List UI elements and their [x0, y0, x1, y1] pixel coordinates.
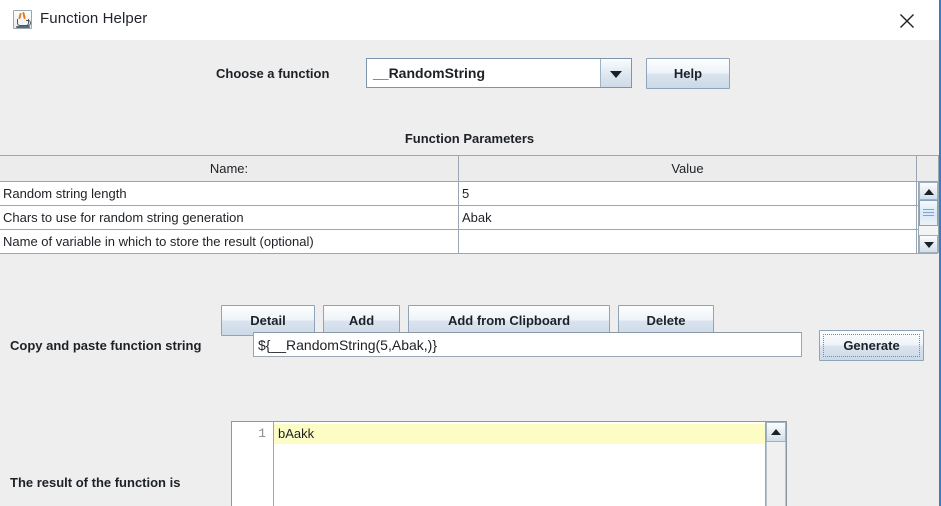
- java-coffee-cup-icon: [13, 10, 32, 29]
- parameters-table: Name: Value Random string length 5 Chars…: [0, 155, 939, 254]
- cell-param-value[interactable]: [459, 230, 917, 253]
- result-label: The result of the function is: [10, 475, 181, 490]
- dialog-content: Choose a function __RandomString Help Fu…: [0, 40, 939, 506]
- titlebar: Function Helper: [0, 0, 939, 40]
- table-row[interactable]: Name of variable in which to store the r…: [0, 230, 938, 254]
- function-string-input[interactable]: [253, 332, 802, 357]
- result-scrollbar-track[interactable]: [766, 442, 786, 506]
- close-icon-glyph: [900, 14, 914, 28]
- cell-param-name: Random string length: [0, 182, 459, 205]
- column-header-value: Value: [459, 156, 917, 181]
- window-title: Function Helper: [40, 10, 148, 27]
- result-textarea[interactable]: 1 bAakk: [231, 421, 787, 506]
- column-header-spacer: [917, 156, 937, 181]
- table-row[interactable]: Random string length 5: [0, 182, 938, 206]
- close-icon[interactable]: [889, 4, 925, 36]
- scrollbar-grip-icon: [923, 209, 934, 210]
- generate-button[interactable]: Generate: [819, 330, 924, 361]
- table-header-row: Name: Value: [0, 156, 938, 182]
- table-scrollbar-thumb[interactable]: [919, 200, 938, 226]
- line-number-gutter: 1: [232, 422, 274, 506]
- function-select[interactable]: __RandomString: [366, 58, 632, 88]
- function-parameters-heading: Function Parameters: [404, 131, 535, 146]
- result-value: bAakk: [274, 424, 765, 444]
- table-row[interactable]: Chars to use for random string generatio…: [0, 206, 938, 230]
- table-scrollbar[interactable]: [918, 182, 938, 253]
- function-select-value: __RandomString: [367, 59, 600, 87]
- function-helper-window: Function Helper Choose a function __Rand…: [0, 0, 941, 506]
- function-string-label: Copy and paste function string: [10, 338, 202, 353]
- help-button[interactable]: Help: [646, 58, 730, 89]
- cell-param-value[interactable]: 5: [459, 182, 917, 205]
- scroll-up-arrow-icon[interactable]: [919, 182, 938, 200]
- result-scrollbar[interactable]: [765, 422, 786, 506]
- result-text-content[interactable]: bAakk: [274, 422, 765, 506]
- cell-param-name: Name of variable in which to store the r…: [0, 230, 459, 253]
- choose-function-label: Choose a function: [216, 66, 330, 81]
- cell-param-name: Chars to use for random string generatio…: [0, 206, 459, 229]
- scroll-down-arrow-icon[interactable]: [919, 235, 938, 253]
- column-header-name: Name:: [0, 156, 459, 181]
- scroll-up-arrow-icon[interactable]: [766, 422, 786, 442]
- chevron-down-icon[interactable]: [600, 59, 631, 87]
- cell-param-value[interactable]: Abak: [459, 206, 917, 229]
- line-number: 1: [258, 426, 266, 441]
